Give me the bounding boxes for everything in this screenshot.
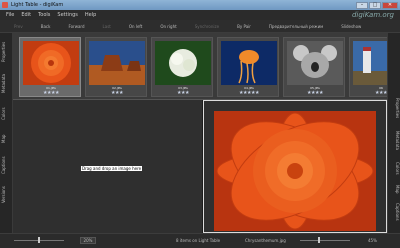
chrysanthemum-preview-image: [214, 111, 376, 231]
app-icon: [2, 2, 8, 8]
status-bar: 20% 8 items on Light Table Chrysanthemum…: [0, 233, 400, 248]
right-preview-pane[interactable]: [203, 100, 387, 233]
menu-file[interactable]: File: [6, 12, 14, 18]
left-tab-versions[interactable]: Versions: [1, 181, 12, 209]
menu-settings[interactable]: Settings: [57, 12, 78, 18]
preview-mode-button[interactable]: Предварительный режим: [269, 24, 323, 29]
window-title: Light Table - digiKam: [11, 2, 64, 8]
desert-thumbnail-image: [89, 41, 145, 85]
thumbnail-item[interactable]: 05.JPG ★★★★: [283, 37, 345, 97]
menu-edit[interactable]: Edit: [21, 12, 31, 18]
left-sidebar-tabs: Properties Metadata Colors Map Captions …: [0, 33, 13, 233]
left-tab-map[interactable]: Map: [1, 129, 12, 149]
left-zoom-field[interactable]: 20%: [80, 237, 96, 244]
prev-button[interactable]: Prev: [14, 24, 23, 29]
right-tab-metadata[interactable]: Metadata: [389, 125, 400, 155]
by-pair-button[interactable]: By Pair: [237, 24, 251, 29]
thumbnail-item[interactable]: 04.JPG ★★★★★: [217, 37, 279, 97]
right-tab-captions[interactable]: Captions: [389, 199, 400, 225]
items-count: 8 items on Light Table: [176, 238, 221, 243]
left-zoom-handle[interactable]: [38, 237, 40, 243]
right-tab-colors[interactable]: Colors: [389, 157, 400, 179]
left-tab-captions[interactable]: Captions: [1, 151, 12, 179]
right-sidebar-tabs: Properties Metadata Colors Map Captions: [387, 33, 400, 233]
toolbar: Prev Back Forward Last On left On right …: [0, 20, 400, 33]
back-button[interactable]: Back: [41, 24, 51, 29]
close-button[interactable]: ✕: [382, 1, 398, 9]
menu-help[interactable]: Help: [85, 12, 96, 18]
rating-stars[interactable]: ★★★★★: [218, 90, 280, 96]
left-tab-properties[interactable]: Properties: [1, 37, 12, 67]
rating-stars[interactable]: ★★★★: [284, 90, 346, 96]
right-zoom-slider[interactable]: [300, 240, 350, 241]
left-tab-metadata[interactable]: Metadata: [1, 69, 12, 99]
right-tab-map[interactable]: Map: [389, 181, 400, 197]
right-zoom-handle[interactable]: [318, 237, 320, 243]
flower-thumbnail-image: [23, 41, 79, 85]
thumbnail-item[interactable]: 01.JPG ★★★★: [19, 37, 81, 97]
menu-tools[interactable]: Tools: [38, 12, 50, 18]
brand-logo: digiKam.org: [351, 11, 394, 19]
on-left-button[interactable]: On left: [129, 24, 142, 29]
rating-stars[interactable]: ★★★: [152, 90, 214, 96]
thumbnail-item[interactable]: 06 ★★★: [349, 37, 387, 97]
left-tab-colors[interactable]: Colors: [1, 101, 12, 127]
current-filename: Chrysanthemum.jpg: [245, 238, 286, 243]
on-right-button[interactable]: On right: [160, 24, 176, 29]
right-zoom-value[interactable]: 45%: [368, 238, 377, 243]
title-bar: Light Table - digiKam – □ ✕: [0, 0, 400, 10]
thumbnail-item[interactable]: 02.JPG ★★★: [85, 37, 147, 97]
thumbnail-item[interactable]: 03.JPG ★★★: [151, 37, 213, 97]
thumbnail-bar: 01.JPG ★★★★ 02.JPG ★★★ 03.JPG ★★★ 04.JPG…: [13, 33, 387, 100]
minimize-button[interactable]: –: [356, 1, 368, 9]
last-button[interactable]: Last: [103, 24, 111, 29]
rating-stars[interactable]: ★★★★: [20, 90, 82, 96]
forward-button[interactable]: Forward: [68, 24, 84, 29]
right-tab-properties[interactable]: Properties: [389, 93, 400, 123]
drop-hint: Drag and drop an image here: [81, 166, 143, 171]
rating-stars[interactable]: ★★★: [350, 90, 387, 96]
koala-thumbnail-image: [287, 41, 343, 85]
menu-bar: File Edit Tools Settings Help digiKam.or…: [0, 10, 400, 20]
hydrangea-thumbnail-image: [155, 41, 211, 85]
rating-stars[interactable]: ★★★: [86, 90, 148, 96]
synchronize-button[interactable]: Synchronize: [195, 24, 219, 29]
jellyfish-thumbnail-image: [221, 41, 277, 85]
slideshow-button[interactable]: Slideshow: [341, 24, 361, 29]
lighthouse-thumbnail-image: [353, 41, 387, 85]
left-preview-pane[interactable]: Drag and drop an image here: [13, 100, 203, 233]
maximize-button[interactable]: □: [369, 1, 381, 9]
